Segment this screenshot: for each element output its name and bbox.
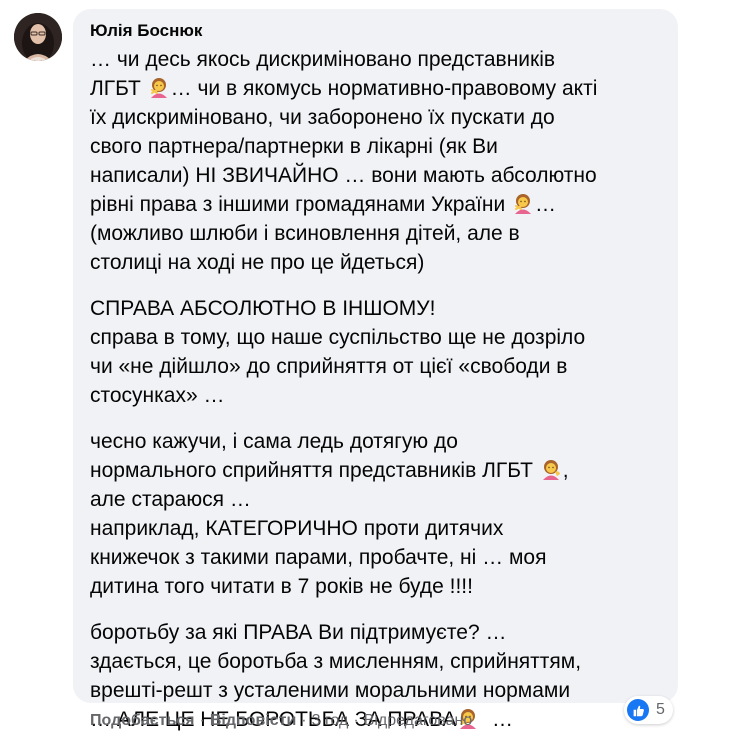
comment-line: ЛГБТ … чи в якомусь нормативно-правовому… <box>90 74 664 103</box>
like-icon <box>627 699 649 721</box>
comment-line: але стараюся … <box>90 488 251 511</box>
comment-line: … чи десь якось дискриміновано представн… <box>90 48 556 71</box>
comment-paragraph: СПРАВА АБСОЛЮТНО В ІНШОМУ! справа в тому,… <box>90 294 664 410</box>
comment-body: … чи десь якось дискриміновано представн… <box>90 45 664 734</box>
comment-text-segment: … чи в якомусь нормативно-правовому акті <box>170 77 598 100</box>
comment-text-segment: , <box>562 459 569 482</box>
comment-line: дитина того читати в 7 років не буде !!!… <box>90 575 473 598</box>
comment-line: рівні права з іншими громадянами України… <box>90 190 664 219</box>
woman-gesturing-no-emoji-icon <box>511 193 535 216</box>
woman-gesturing-no-emoji-icon <box>147 77 171 100</box>
comment-line: стосунках» … <box>90 384 225 407</box>
comment-text-segment: … <box>535 193 557 216</box>
edited-label[interactable]: Відредаговано <box>364 712 473 729</box>
comment-line: здається, це боротьба з мисленням, сприй… <box>90 650 582 673</box>
comment-text-segment: рівні права з іншими громадянами України <box>90 193 512 216</box>
reactions-badge[interactable]: 5 <box>624 696 673 724</box>
comment-paragraph: … чи десь якось дискриміновано представн… <box>90 45 664 277</box>
comment-line: врешті-решт з усталеними моральними норм… <box>90 679 571 702</box>
comment-line: їх дискриміновано, чи заборонено їх пуск… <box>90 106 555 129</box>
timestamp[interactable]: 3 год <box>312 712 349 729</box>
comment-container: Юлія Боснюк … чи десь якось дискримінова… <box>0 0 735 743</box>
like-link[interactable]: Подобається <box>90 712 195 729</box>
comment-line: нормального сприйняття представників ЛГБ… <box>90 456 664 485</box>
comment-line: СПРАВА АБСОЛЮТНО В ІНШОМУ! <box>90 297 436 320</box>
comment-line: столиці на ході не про це йдеться) <box>90 251 425 274</box>
comment-paragraph: чесно кажучи, і сама ледь дотягую до норм… <box>90 427 664 601</box>
comment-author[interactable]: Юлія Боснюк <box>90 19 664 43</box>
comment-text-segment: ЛГБТ <box>90 77 147 100</box>
comment-actions: Подобається · Відповісти · 3 год · Відредагова… <box>90 711 472 731</box>
separator: · <box>353 712 359 729</box>
comment-line: чесно кажучи, і сама ледь дотягую до <box>90 430 458 453</box>
comment-bubble: Юлія Боснюк … чи десь якось дискримінова… <box>73 9 678 731</box>
comment-text-segment: … <box>480 708 514 731</box>
comment-line: (можливо шлюби і всиновлення дітей, але … <box>90 222 520 245</box>
separator: · <box>301 712 307 729</box>
comment-line: свого партнера/партнерки в лікарні (як В… <box>90 135 498 158</box>
comment-line: книжечок з такими парами, пробачте, ні …… <box>90 546 547 569</box>
comment-line: справа в тому, що наше суспільство ще не… <box>90 326 586 349</box>
comment-line: написали) НІ ЗВИЧАЙНО … вони мають абсол… <box>90 164 597 187</box>
reply-link[interactable]: Відповісти <box>210 712 296 729</box>
woman-tipping-hand-emoji-icon <box>539 459 563 482</box>
comment-line: наприклад, КАТЕГОРИЧНО проти дитячих <box>90 517 504 540</box>
comment-line: боротьбу за які ПРАВА Ви підтримуєте? … <box>90 621 507 644</box>
avatar[interactable] <box>14 13 62 61</box>
comment-line: чи «не дійшло» до сприйняття от цієї «св… <box>90 355 568 378</box>
comment-text-segment: нормального сприйняття представників ЛГБ… <box>90 459 539 482</box>
reaction-count: 5 <box>656 701 665 718</box>
separator: · <box>199 712 205 729</box>
